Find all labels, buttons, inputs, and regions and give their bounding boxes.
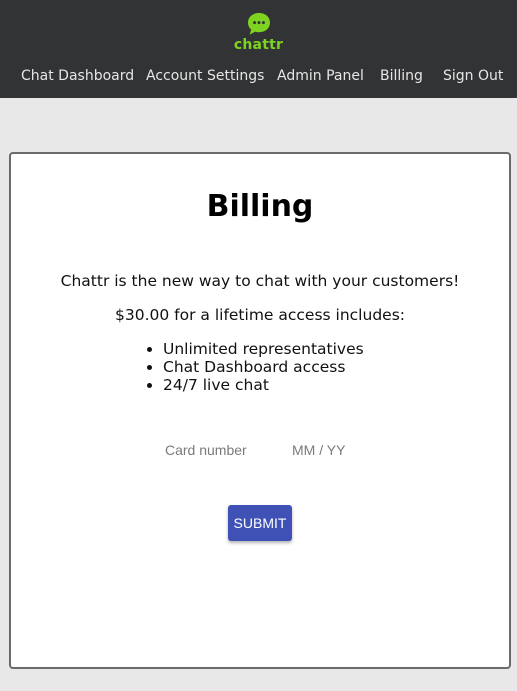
expiry-date-input[interactable] xyxy=(292,438,362,462)
feature-item: 24/7 live chat xyxy=(163,376,364,394)
billing-tagline: Chattr is the new way to chat with your … xyxy=(60,272,460,290)
price-description: $30.00 for a lifetime access includes: xyxy=(115,306,405,324)
page-title: Billing xyxy=(206,189,314,224)
nav-billing[interactable]: Billing xyxy=(380,66,423,86)
nav-admin-panel[interactable]: Admin Panel xyxy=(277,66,364,86)
billing-card: Billing Chattr is the new way to chat wi… xyxy=(9,152,511,669)
feature-item: Unlimited representatives xyxy=(163,340,364,358)
brand-name: chattr xyxy=(233,37,284,53)
feature-list: Unlimited representatives Chat Dashboard… xyxy=(163,340,364,394)
card-number-input[interactable] xyxy=(165,438,285,462)
nav-chat-dashboard[interactable]: Chat Dashboard xyxy=(21,66,134,86)
feature-item: Chat Dashboard access xyxy=(163,358,364,376)
chattr-logo[interactable]: chattr xyxy=(0,12,517,52)
nav-account-settings[interactable]: Account Settings xyxy=(146,66,264,86)
submit-button[interactable]: SUBMIT xyxy=(228,505,292,541)
chat-bubble-icon xyxy=(246,12,272,36)
top-navigation-bar: chattr Chat Dashboard Account Settings A… xyxy=(0,0,517,98)
nav-sign-out[interactable]: Sign Out xyxy=(443,66,503,86)
main-nav: Chat Dashboard Account Settings Admin Pa… xyxy=(0,66,517,86)
